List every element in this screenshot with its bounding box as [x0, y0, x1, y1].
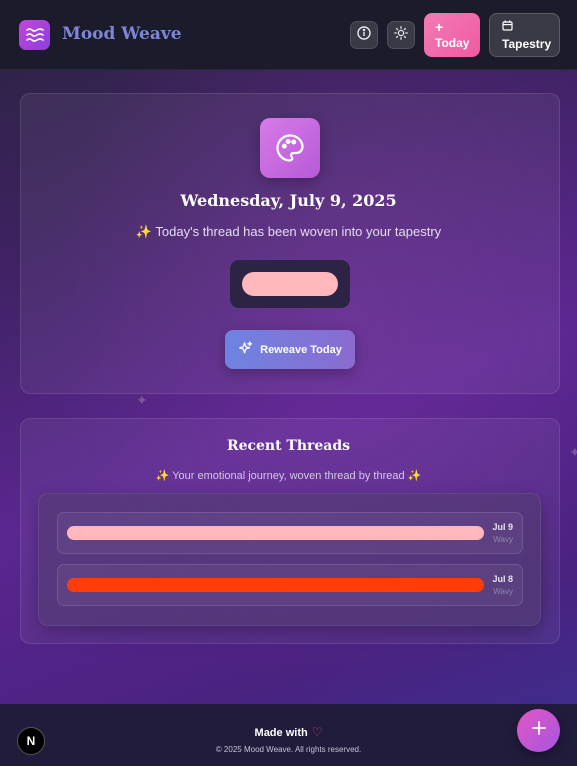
- made-with-text: Made with: [254, 727, 308, 739]
- plus-icon: +: [435, 18, 444, 35]
- add-entry-fab[interactable]: [517, 709, 560, 752]
- info-icon: [357, 25, 371, 45]
- thread-row[interactable]: Jul 8 Wavy: [57, 564, 523, 606]
- woven-status-text: Today's thread has been woven into your …: [155, 224, 442, 239]
- app-title[interactable]: Mood Weave: [62, 24, 182, 44]
- dev-badge[interactable]: N: [17, 727, 45, 755]
- thread-color-bar: [67, 526, 484, 540]
- sparkles-icon: [238, 340, 253, 359]
- info-button[interactable]: [350, 21, 378, 49]
- today-thread-swatch: [242, 272, 338, 296]
- sparkle-emoji: ✨: [135, 224, 153, 239]
- palette-icon: [260, 118, 320, 178]
- tapestry-button[interactable]: Tapestry: [489, 13, 560, 57]
- sun-icon: [394, 25, 408, 45]
- thread-date: Jul 8: [492, 574, 513, 584]
- sparkle-decoration-icon: ✦: [136, 392, 148, 408]
- thread-row[interactable]: Jul 9 Wavy: [57, 512, 523, 554]
- reweave-today-label: Reweave Today: [260, 343, 342, 356]
- copyright: © 2025 Mood Weave. All rights reserved.: [215, 745, 362, 754]
- footer: Made with ♡ © 2025 Mood Weave. All rights…: [0, 704, 577, 766]
- app-header: Mood Weave + Today Tapestry: [0, 0, 577, 70]
- heart-icon: ♡: [311, 725, 323, 739]
- thread-style: Wavy: [493, 535, 513, 544]
- calendar-icon: [502, 20, 513, 34]
- thread-date: Jul 9: [492, 522, 513, 532]
- current-date: Wednesday, July 9, 2025: [180, 191, 397, 210]
- thread-style: Wavy: [493, 587, 513, 596]
- theme-toggle-button[interactable]: [387, 21, 415, 49]
- recent-threads-subtitle: ✨ Your emotional journey, woven thread b…: [155, 470, 422, 482]
- woven-status: ✨ Today's thread has been woven into you…: [0, 224, 577, 240]
- waves-icon[interactable]: [19, 20, 50, 50]
- today-button[interactable]: + Today: [424, 13, 480, 57]
- thread-color-bar: [67, 578, 484, 592]
- tapestry-button-label: Tapestry: [502, 36, 552, 51]
- plus-icon: [531, 720, 547, 741]
- made-with: Made with ♡: [0, 725, 577, 739]
- recent-threads-title: Recent Threads: [226, 438, 351, 454]
- today-button-label: Today: [435, 35, 470, 50]
- reweave-today-button[interactable]: Reweave Today: [225, 330, 355, 369]
